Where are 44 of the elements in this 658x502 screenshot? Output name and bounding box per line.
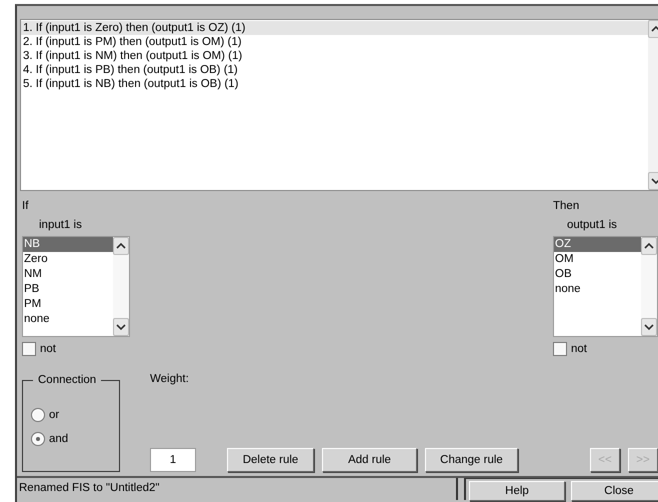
rule-button[interactable]: Add rule [322, 448, 417, 472]
list-item[interactable]: none [554, 282, 641, 297]
scroll-up-icon[interactable] [641, 237, 657, 255]
list-item[interactable]: OM [554, 252, 641, 267]
list-item[interactable]: OB [554, 267, 641, 282]
list-item[interactable]: NB [23, 237, 113, 252]
weight-label: Weight: [150, 372, 190, 386]
list-item[interactable]: NM [23, 267, 113, 282]
rule-list[interactable] [20, 19, 658, 191]
rule-item[interactable]: 5. If (input1 is NB) then (output1 is OB) (1) [21, 77, 648, 91]
section-label: Then [553, 199, 580, 213]
variable-label: output1 is [567, 218, 617, 232]
checkbox-label: not [40, 342, 56, 356]
scroll-down-icon[interactable] [113, 318, 129, 336]
list-item[interactable]: none [23, 312, 113, 327]
footer-button[interactable]: Help [469, 481, 565, 501]
rule-item[interactable]: 4. If (input1 is PB) then (output1 is OB) (1) [21, 63, 648, 77]
radio-button[interactable] [31, 432, 45, 446]
variable-label: input1 is [39, 218, 82, 232]
rule-button[interactable]: Delete rule [227, 448, 314, 472]
rule-item[interactable]: 3. If (input1 is NM) then (output1 is OM) (1) [21, 49, 648, 63]
list-item[interactable]: PB [23, 282, 113, 297]
radio-label: and [49, 432, 68, 446]
radio-label: or [49, 408, 60, 422]
footer-button[interactable]: Close [571, 481, 658, 501]
scroll-down-icon[interactable] [641, 318, 657, 336]
not-checkbox[interactable] [553, 342, 567, 356]
scrollbar[interactable] [113, 237, 129, 336]
scroll-up-icon[interactable] [113, 237, 129, 255]
list-item[interactable]: OZ [554, 237, 641, 252]
checkbox-label: not [571, 342, 587, 356]
membership-list[interactable]: NB Zero NM PB PM none [22, 236, 130, 337]
rule-item[interactable]: 2. If (input1 is PM) then (output1 is OM) (1) [21, 35, 648, 49]
radio-button[interactable] [31, 408, 45, 422]
list-item[interactable]: PM [23, 297, 113, 312]
weight-field[interactable]: 1 [150, 448, 196, 472]
section-label: If [22, 199, 28, 213]
list-item[interactable]: Zero [23, 252, 113, 267]
status-message: Renamed FIS to "Untitled2" [17, 478, 458, 500]
not-checkbox[interactable] [22, 342, 36, 356]
membership-list[interactable]: OZ OM OB none [553, 236, 658, 337]
rule-button[interactable]: Change rule [425, 448, 518, 472]
rule-item[interactable]: 1. If (input1 is Zero) then (output1 is OZ) (1) [21, 21, 648, 35]
scrollbar[interactable] [641, 237, 657, 336]
